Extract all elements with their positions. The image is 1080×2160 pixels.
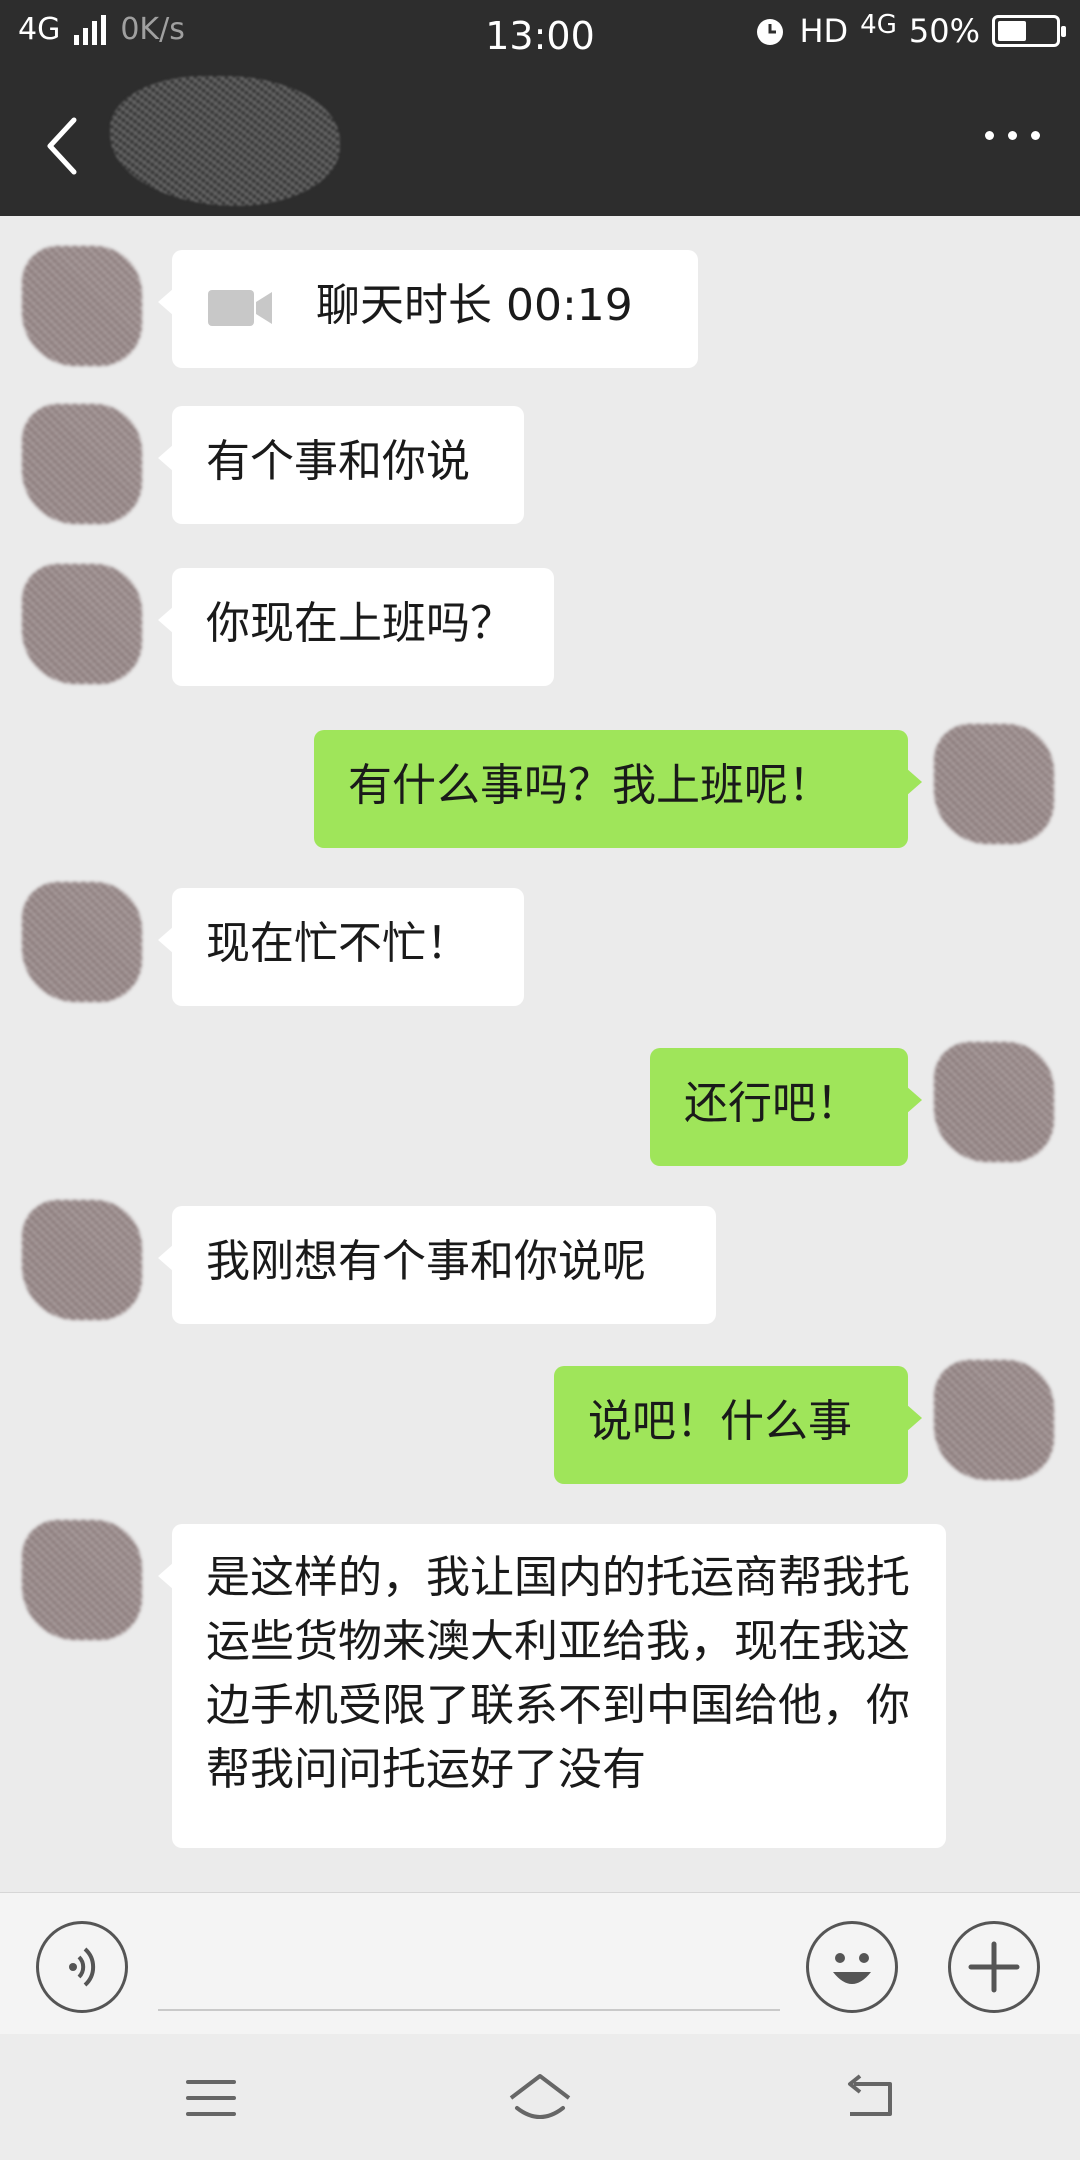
hd-label: HD <box>799 12 849 50</box>
my-avatar[interactable] <box>934 1360 1054 1480</box>
message-text: 聊天时长 00:19 <box>316 280 633 331</box>
message-text: 说吧！什么事 <box>588 1396 852 1447</box>
message-text: 现在忙不忙！ <box>206 918 470 969</box>
contact-avatar[interactable] <box>22 882 142 1002</box>
voice-input-button[interactable] <box>36 1921 128 2013</box>
message-bubble-incoming[interactable]: 你现在上班吗？ <box>158 568 554 686</box>
more-options-icon[interactable] <box>985 131 1040 140</box>
message-bubble-incoming[interactable]: 现在忙不忙！ <box>158 888 524 1006</box>
back-icon[interactable] <box>834 2068 904 2128</box>
contact-avatar[interactable] <box>22 1520 142 1640</box>
message-text: 还行吧！ <box>684 1078 860 1129</box>
message-text: 我刚想有个事和你说呢 <box>206 1236 646 1287</box>
message-input-bar <box>0 1892 1080 2035</box>
my-avatar[interactable] <box>934 1042 1054 1162</box>
battery-icon <box>992 15 1066 47</box>
text-input-field[interactable] <box>158 2009 780 2011</box>
message-bubble-incoming[interactable]: 有个事和你说 <box>158 406 524 524</box>
message-bubble-outgoing[interactable]: 有什么事吗？我上班呢！ <box>314 730 922 848</box>
message-text: 是这样的，我让国内的托运商帮我托运些货物来澳大利亚给我，现在我这边手机受限了联系… <box>206 1552 910 1795</box>
emoji-icon <box>833 1953 871 1984</box>
back-arrow-icon[interactable] <box>30 106 110 186</box>
message-text: 你现在上班吗？ <box>206 598 514 649</box>
battery-percent: 50% <box>908 12 980 50</box>
contact-avatar[interactable] <box>22 404 142 524</box>
message-text: 有个事和你说 <box>206 436 470 487</box>
more-functions-button[interactable] <box>948 1921 1040 2013</box>
message-bubble-outgoing[interactable]: 说吧！什么事 <box>554 1366 922 1484</box>
chat-header <box>0 76 1080 216</box>
plus-icon <box>968 1941 1020 1993</box>
video-call-icon <box>208 290 272 326</box>
message-bubble-incoming[interactable]: 是这样的，我让国内的托运商帮我托运些货物来澳大利亚给我，现在我这边手机受限了联系… <box>158 1524 946 1848</box>
message-bubble-incoming[interactable]: 我刚想有个事和你说呢 <box>158 1206 716 1324</box>
status-bar: 4G 0K/s 13:00 HD 4G 50% <box>0 0 1080 76</box>
contact-name-redacted <box>110 76 340 206</box>
home-icon[interactable] <box>505 2068 575 2128</box>
chat-list[interactable]: 聊天时长 00:19 有个事和你说 你现在上班吗？ 有什么事吗？我上班呢！ 现在… <box>0 216 1080 1892</box>
message-bubble-incoming[interactable]: 聊天时长 00:19 <box>158 250 698 368</box>
status-right: HD 4G 50% <box>753 10 1066 50</box>
contact-avatar[interactable] <box>22 564 142 684</box>
voice-icon <box>69 1947 96 1987</box>
message-bubble-outgoing[interactable]: 还行吧！ <box>650 1048 922 1166</box>
contact-avatar[interactable] <box>22 246 142 366</box>
message-text: 有什么事吗？我上班呢！ <box>348 760 832 811</box>
alarm-icon <box>757 19 784 45</box>
contact-avatar[interactable] <box>22 1200 142 1320</box>
my-avatar[interactable] <box>934 724 1054 844</box>
network-type-right: 4G <box>860 10 897 40</box>
emoji-button[interactable] <box>806 1921 898 2013</box>
menu-icon[interactable] <box>176 2068 246 2128</box>
system-navigation-bar <box>0 2034 1080 2160</box>
